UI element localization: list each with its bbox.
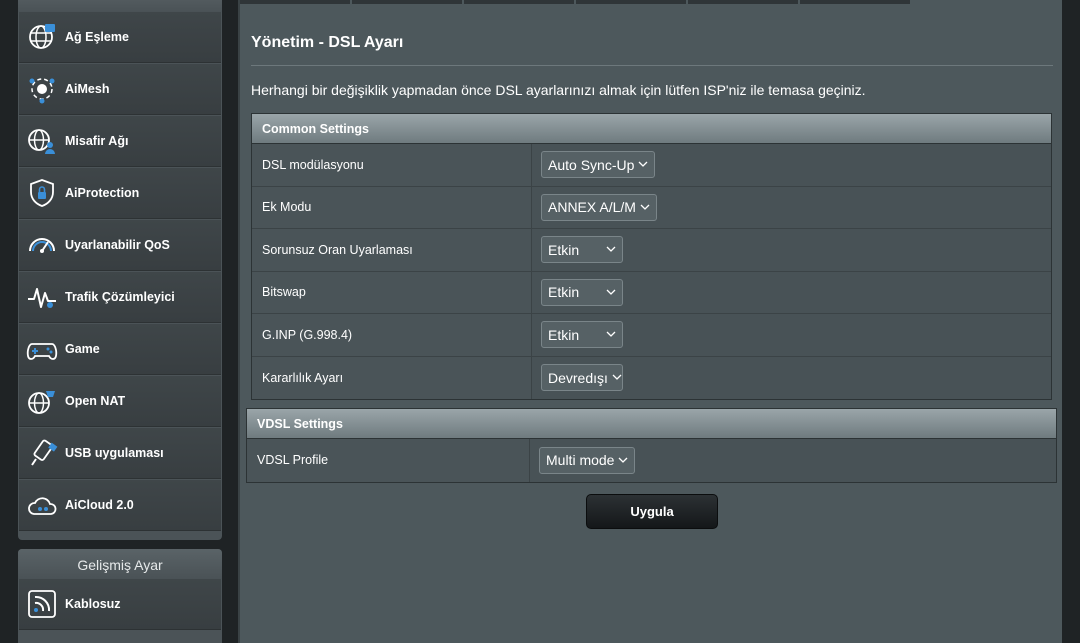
select-value: ANNEX A/L/M <box>548 199 636 216</box>
gamepad-icon <box>19 324 65 375</box>
page-title: Yönetim - DSL Ayarı <box>251 34 404 51</box>
sidebar-group-advanced: Gelişmiş Ayar Kablosuz <box>18 549 222 643</box>
sidebar-item-label: Trafik Çözümleyici <box>65 290 175 304</box>
common-settings-table: Common Settings DSL modülasyonu Auto Syn… <box>251 113 1052 400</box>
chevron-down-icon <box>618 457 628 464</box>
setting-label: G.INP (G.998.4) <box>252 314 532 356</box>
tab-stub[interactable] <box>464 0 574 4</box>
tab-stub[interactable] <box>352 0 462 4</box>
select-value: Etkin <box>548 284 580 301</box>
window-edge <box>1062 0 1080 643</box>
sidebar-item-label: AiCloud 2.0 <box>65 498 134 512</box>
vdsl-settings-table: VDSL Settings VDSL Profile Multi mode <box>246 408 1057 483</box>
setting-row-ginp: G.INP (G.998.4) Etkin <box>252 314 1051 357</box>
tab-stub[interactable] <box>800 0 910 4</box>
select-value: Auto Sync-Up <box>548 156 635 173</box>
chevron-down-icon <box>638 161 648 168</box>
open-nat-icon <box>19 376 65 427</box>
sidebar-item-label: AiMesh <box>65 82 110 96</box>
chevron-down-icon <box>606 246 616 253</box>
setting-label: Sorunsuz Oran Uyarlaması <box>252 229 532 271</box>
sidebar-item-open-nat[interactable]: Open NAT <box>19 376 221 427</box>
sidebar-item-traffic-analyzer[interactable]: Trafik Çözümleyici <box>19 272 221 323</box>
sidebar-item-label: AiProtection <box>65 186 140 200</box>
title-divider <box>251 65 1053 66</box>
sidebar-item-label: USB uygulaması <box>65 446 164 460</box>
sidebar-item-aicloud[interactable]: AiCloud 2.0 <box>19 480 221 531</box>
setting-value-cell: Auto Sync-Up <box>532 144 1051 186</box>
select-value: Etkin <box>548 241 580 258</box>
sidebar-item-aiprotection[interactable]: AiProtection <box>19 168 221 219</box>
sidebar: Genel Ağ Eşleme AiMesh Misafir Ağı AiPro… <box>0 0 238 643</box>
sidebar-item-label: Misafir Ağı <box>65 134 129 148</box>
vdsl-profile-select[interactable]: Multi mode <box>539 446 636 474</box>
sidebar-item-aimesh[interactable]: AiMesh <box>19 64 221 115</box>
usb-icon <box>19 428 65 479</box>
setting-row-stability-adjustment: Kararlılık Ayarı Devredışı <box>252 356 1051 399</box>
network-map-icon <box>19 12 65 63</box>
setting-label: Ek Modu <box>252 186 532 228</box>
tab-stub[interactable] <box>688 0 798 4</box>
shield-icon <box>19 168 65 219</box>
cloud-icon <box>19 480 65 531</box>
guest-network-icon <box>19 116 65 167</box>
select-value: Etkin <box>548 326 580 343</box>
tab-stub[interactable] <box>576 0 686 4</box>
sidebar-item-label: Uyarlanabilir QoS <box>65 238 170 252</box>
sidebar-item-wireless[interactable]: Kablosuz <box>19 579 221 630</box>
sidebar-group-title: Genel <box>18 0 222 12</box>
seamless-rate-adaptation-select[interactable]: Etkin <box>541 236 623 264</box>
chevron-down-icon <box>640 204 650 211</box>
setting-value-cell: Multi mode <box>530 439 1056 482</box>
sidebar-item-label: Kablosuz <box>65 597 121 611</box>
select-value: Devredışı <box>548 369 608 386</box>
setting-row-dsl-modulation: DSL modülasyonu Auto Sync-Up <box>252 144 1051 187</box>
setting-label: Kararlılık Ayarı <box>252 356 532 399</box>
chevron-down-icon <box>612 374 622 381</box>
setting-row-bitswap: Bitswap Etkin <box>252 271 1051 314</box>
setting-row-vdsl-profile: VDSL Profile Multi mode <box>247 439 1056 482</box>
ginp-select[interactable]: Etkin <box>541 321 623 349</box>
apply-button[interactable]: Uygula <box>586 494 718 529</box>
gauge-icon <box>19 220 65 271</box>
setting-label: Bitswap <box>252 271 532 313</box>
sidebar-group-title: Gelişmiş Ayar <box>18 549 222 579</box>
aimesh-icon <box>19 64 65 115</box>
setting-value-cell: Etkin <box>532 314 1051 356</box>
page-description: Herhangi bir değişiklik yapmadan önce DS… <box>251 82 866 98</box>
setting-value-cell: Etkin <box>532 229 1051 271</box>
chevron-down-icon <box>606 331 616 338</box>
setting-row-annex-mode: Ek Modu ANNEX A/L/M <box>252 186 1051 229</box>
setting-label: VDSL Profile <box>247 439 530 482</box>
sidebar-item-usb-application[interactable]: USB uygulaması <box>19 428 221 479</box>
tab-strip <box>240 0 1062 4</box>
select-value: Multi mode <box>546 452 615 469</box>
setting-row-seamless-rate-adaptation: Sorunsuz Oran Uyarlaması Etkin <box>252 229 1051 272</box>
annex-mode-select[interactable]: ANNEX A/L/M <box>541 193 657 221</box>
bitswap-select[interactable]: Etkin <box>541 278 623 306</box>
vdsl-settings-header: VDSL Settings <box>247 409 1056 439</box>
main-panel: Yönetim - DSL Ayarı Herhangi bir değişik… <box>238 0 1062 643</box>
tab-stub[interactable] <box>240 0 350 4</box>
common-settings-header: Common Settings <box>252 114 1051 144</box>
traffic-analyzer-icon <box>19 272 65 323</box>
sidebar-item-label: Ağ Eşleme <box>65 30 129 44</box>
setting-value-cell: ANNEX A/L/M <box>532 186 1051 228</box>
chevron-down-icon <box>606 289 616 296</box>
dsl-modulation-select[interactable]: Auto Sync-Up <box>541 151 656 179</box>
sidebar-item-label: Open NAT <box>65 394 126 408</box>
setting-value-cell: Devredışı <box>532 356 1051 399</box>
sidebar-item-game[interactable]: Game <box>19 324 221 375</box>
setting-value-cell: Etkin <box>532 271 1051 313</box>
wireless-icon <box>19 579 65 630</box>
stability-adjustment-select[interactable]: Devredışı <box>541 364 623 392</box>
sidebar-item-label: Game <box>65 342 100 356</box>
sidebar-item-guest-network[interactable]: Misafir Ağı <box>19 116 221 167</box>
sidebar-item-adaptive-qos[interactable]: Uyarlanabilir QoS <box>19 220 221 271</box>
sidebar-group-general: Genel Ağ Eşleme AiMesh Misafir Ağı AiPro… <box>18 0 222 540</box>
setting-label: DSL modülasyonu <box>252 144 532 186</box>
sidebar-item-network-map[interactable]: Ağ Eşleme <box>19 12 221 63</box>
